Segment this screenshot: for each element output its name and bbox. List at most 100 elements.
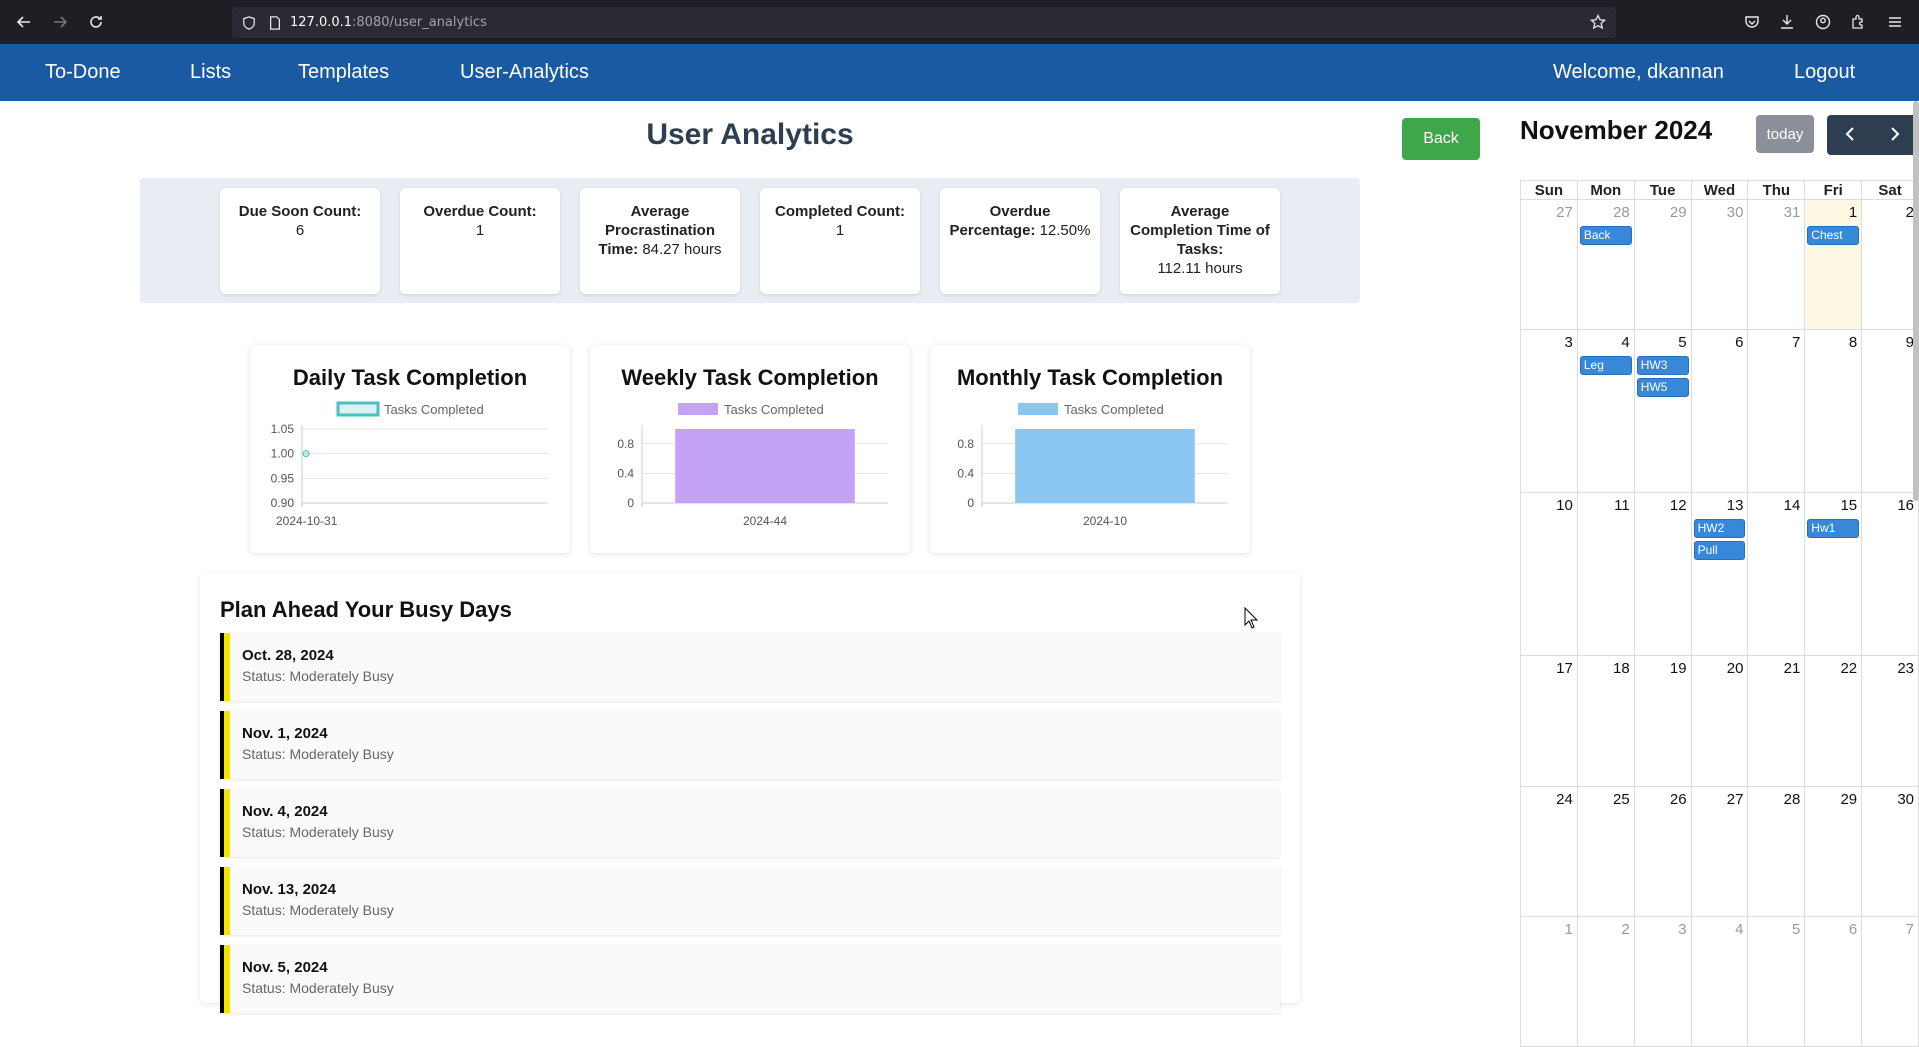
calendar-event[interactable]: Leg: [1579, 356, 1632, 375]
calendar-day-cell[interactable]: 21: [1748, 656, 1806, 786]
nav-brand-link[interactable]: To-Done: [45, 44, 121, 101]
calendar-day-cell[interactable]: 22: [1805, 656, 1863, 786]
calendar-day-number[interactable]: 6: [1735, 334, 1743, 351]
calendar-day-cell[interactable]: 14: [1748, 493, 1806, 655]
back-arrow-icon[interactable]: [12, 10, 36, 34]
calendar-day-cell[interactable]: 11: [1578, 493, 1635, 655]
calendar-day-cell[interactable]: 8: [1805, 330, 1863, 492]
calendar-day-number[interactable]: 28: [1784, 791, 1801, 808]
scrollbar[interactable]: [1913, 101, 1919, 501]
calendar-day-number[interactable]: 27: [1727, 791, 1744, 808]
back-button[interactable]: Back: [1402, 118, 1480, 160]
calendar-day-cell[interactable]: 28: [1748, 787, 1806, 916]
nav-lists-link[interactable]: Lists: [190, 44, 231, 101]
calendar-day-number[interactable]: 26: [1670, 791, 1687, 808]
calendar-prev-button[interactable]: [1827, 115, 1872, 155]
calendar-day-cell[interactable]: 27: [1521, 200, 1578, 329]
calendar-day-number[interactable]: 27: [1556, 204, 1573, 221]
calendar-day-cell[interactable]: 6: [1692, 330, 1749, 492]
calendar-day-cell[interactable]: 5 HW3 HW5: [1635, 330, 1692, 492]
calendar-day-number[interactable]: 29: [1840, 791, 1857, 808]
calendar-day-number[interactable]: 19: [1670, 660, 1687, 677]
calendar-day-cell[interactable]: 17: [1521, 656, 1578, 786]
reload-icon[interactable]: [84, 10, 108, 34]
calendar-day-cell[interactable]: 2: [1578, 917, 1635, 1046]
calendar-day-number[interactable]: 2: [1621, 921, 1629, 938]
calendar-day-cell[interactable]: 24: [1521, 787, 1578, 916]
nav-logout-link[interactable]: Logout: [1794, 44, 1855, 101]
calendar-day-cell[interactable]: 6: [1805, 917, 1863, 1046]
calendar-day-number[interactable]: 23: [1897, 660, 1914, 677]
account-icon[interactable]: [1813, 12, 1833, 32]
calendar-day-number[interactable]: 29: [1670, 204, 1687, 221]
calendar-day-cell[interactable]: 26: [1635, 787, 1692, 916]
calendar-day-number[interactable]: 17: [1556, 660, 1573, 677]
calendar-day-number[interactable]: 30: [1727, 204, 1744, 221]
nav-templates-link[interactable]: Templates: [298, 44, 389, 101]
calendar-day-number[interactable]: 1: [1849, 204, 1857, 221]
calendar-day-number[interactable]: 5: [1792, 921, 1800, 938]
calendar-day-number[interactable]: 31: [1784, 204, 1801, 221]
calendar-day-cell[interactable]: 18: [1578, 656, 1635, 786]
calendar-day-number[interactable]: 7: [1792, 334, 1800, 351]
calendar-day-cell[interactable]: 7: [1748, 330, 1806, 492]
calendar-day-cell[interactable]: 27: [1692, 787, 1749, 916]
calendar-day-number[interactable]: 7: [1906, 921, 1914, 938]
calendar-day-cell[interactable]: 9: [1862, 330, 1919, 492]
calendar-day-cell[interactable]: 28 Back: [1578, 200, 1635, 329]
calendar-day-cell[interactable]: 25: [1578, 787, 1635, 916]
calendar-day-number[interactable]: 3: [1565, 334, 1573, 351]
calendar-day-number[interactable]: 4: [1621, 334, 1629, 351]
calendar-day-number[interactable]: 22: [1840, 660, 1857, 677]
calendar-day-cell[interactable]: 1 Chest: [1805, 200, 1863, 329]
calendar-day-number[interactable]: 18: [1613, 660, 1630, 677]
calendar-next-button[interactable]: [1872, 115, 1917, 155]
pocket-icon[interactable]: [1742, 12, 1762, 32]
calendar-day-cell[interactable]: 4 Leg: [1578, 330, 1635, 492]
calendar-day-cell[interactable]: 2: [1862, 200, 1919, 329]
calendar-day-cell[interactable]: 12: [1635, 493, 1692, 655]
calendar-day-number[interactable]: 4: [1735, 921, 1743, 938]
calendar-day-number[interactable]: 1: [1565, 921, 1573, 938]
calendar-day-cell[interactable]: 31: [1748, 200, 1806, 329]
calendar-day-cell[interactable]: 19: [1635, 656, 1692, 786]
calendar-day-cell[interactable]: 7: [1862, 917, 1919, 1046]
calendar-day-cell[interactable]: 23: [1862, 656, 1919, 786]
calendar-event[interactable]: Pull: [1693, 541, 1746, 560]
calendar-day-number[interactable]: 30: [1897, 791, 1914, 808]
calendar-day-number[interactable]: 10: [1556, 497, 1573, 514]
calendar-event[interactable]: HW5: [1636, 378, 1689, 397]
calendar-day-cell[interactable]: 10: [1521, 493, 1578, 655]
calendar-event[interactable]: HW3: [1636, 356, 1689, 375]
calendar-day-number[interactable]: 12: [1670, 497, 1687, 514]
calendar-day-number[interactable]: 25: [1613, 791, 1630, 808]
calendar-event[interactable]: HW2: [1693, 519, 1746, 538]
calendar-event[interactable]: Hw1: [1807, 519, 1860, 538]
calendar-day-cell[interactable]: 1: [1521, 917, 1578, 1046]
nav-analytics-link[interactable]: User-Analytics: [460, 44, 589, 101]
calendar-day-cell[interactable]: 30: [1862, 787, 1919, 916]
calendar-day-number[interactable]: 24: [1556, 791, 1573, 808]
calendar-day-number[interactable]: 15: [1840, 497, 1857, 514]
calendar-day-number[interactable]: 3: [1678, 921, 1686, 938]
nav-welcome-link[interactable]: Welcome, dkannan: [1553, 44, 1724, 101]
calendar-day-cell[interactable]: 29: [1635, 200, 1692, 329]
calendar-event[interactable]: Chest: [1807, 226, 1860, 245]
calendar-day-cell[interactable]: 15 Hw1: [1805, 493, 1863, 655]
calendar-day-cell[interactable]: 13 HW2 Pull: [1692, 493, 1749, 655]
download-icon[interactable]: [1777, 12, 1797, 32]
calendar-day-number[interactable]: 28: [1613, 204, 1630, 221]
calendar-day-cell[interactable]: 4: [1692, 917, 1749, 1046]
calendar-today-button[interactable]: today: [1756, 115, 1814, 153]
calendar-event[interactable]: Back: [1579, 226, 1632, 245]
calendar-day-number[interactable]: 5: [1678, 334, 1686, 351]
calendar-day-cell[interactable]: 30: [1692, 200, 1749, 329]
calendar-day-number[interactable]: 11: [1614, 497, 1630, 514]
extensions-icon[interactable]: [1848, 12, 1868, 32]
calendar-day-cell[interactable]: 3: [1521, 330, 1578, 492]
calendar-day-number[interactable]: 20: [1727, 660, 1744, 677]
calendar-day-number[interactable]: 13: [1727, 497, 1744, 514]
calendar-day-number[interactable]: 8: [1849, 334, 1857, 351]
bookmark-star-icon[interactable]: [1590, 14, 1606, 30]
calendar-day-number[interactable]: 6: [1849, 921, 1857, 938]
